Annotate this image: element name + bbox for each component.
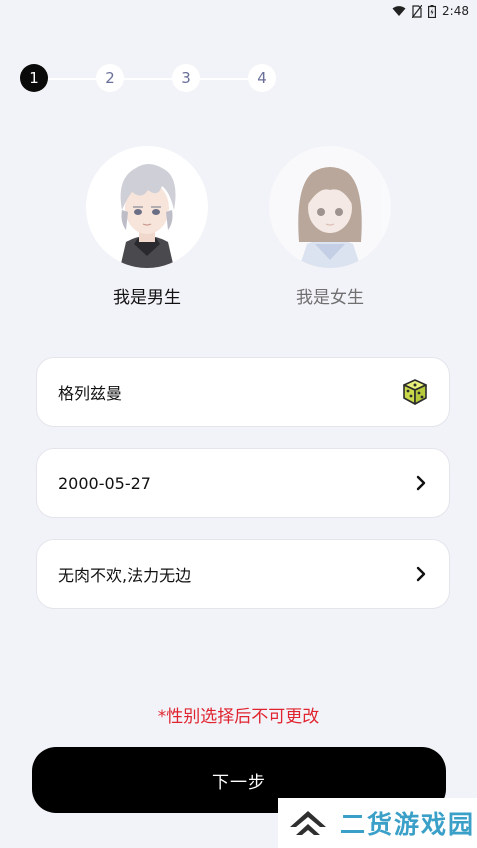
male-avatar-image [120,164,176,268]
nickname-value: 格列兹曼 [58,384,123,403]
step-connector [200,78,248,80]
male-avatar-option[interactable] [86,146,208,268]
step-3: 3 [172,64,200,92]
chevron-right-icon [416,566,426,582]
no-sim-icon [412,4,423,18]
dice-icon[interactable] [401,378,429,406]
chevron-right-icon [416,475,426,491]
birthday-value: 2000-05-27 [58,473,151,493]
step-4: 4 [248,64,276,92]
step-2: 2 [96,64,124,92]
signature-field[interactable]: 无肉不欢,法力无边 [36,539,450,609]
female-label[interactable]: 我是女生 [260,283,400,308]
gender-warning-text: *性别选择后不可更改 [157,707,320,727]
step-connector [48,78,96,80]
signature-value: 无肉不欢,法力无边 [58,566,192,585]
wifi-icon [392,6,406,16]
step-connector [124,78,172,80]
female-avatar-option[interactable] [269,146,391,268]
nickname-field[interactable]: 格列兹曼 [36,357,450,427]
birthday-field[interactable]: 2000-05-27 [36,448,450,518]
status-time: 2:48 [442,4,469,18]
male-label[interactable]: 我是男生 [77,283,217,308]
status-bar: 2:48 [0,0,477,22]
step-1: 1 [20,64,48,92]
battery-icon [428,4,437,18]
watermark-logo-icon [290,811,326,835]
watermark: 二货游戏园 [278,798,477,848]
female-avatar-image [298,167,362,268]
watermark-text: 二货游戏园 [340,810,476,839]
progress-stepper: 1 2 3 4 [20,64,280,94]
